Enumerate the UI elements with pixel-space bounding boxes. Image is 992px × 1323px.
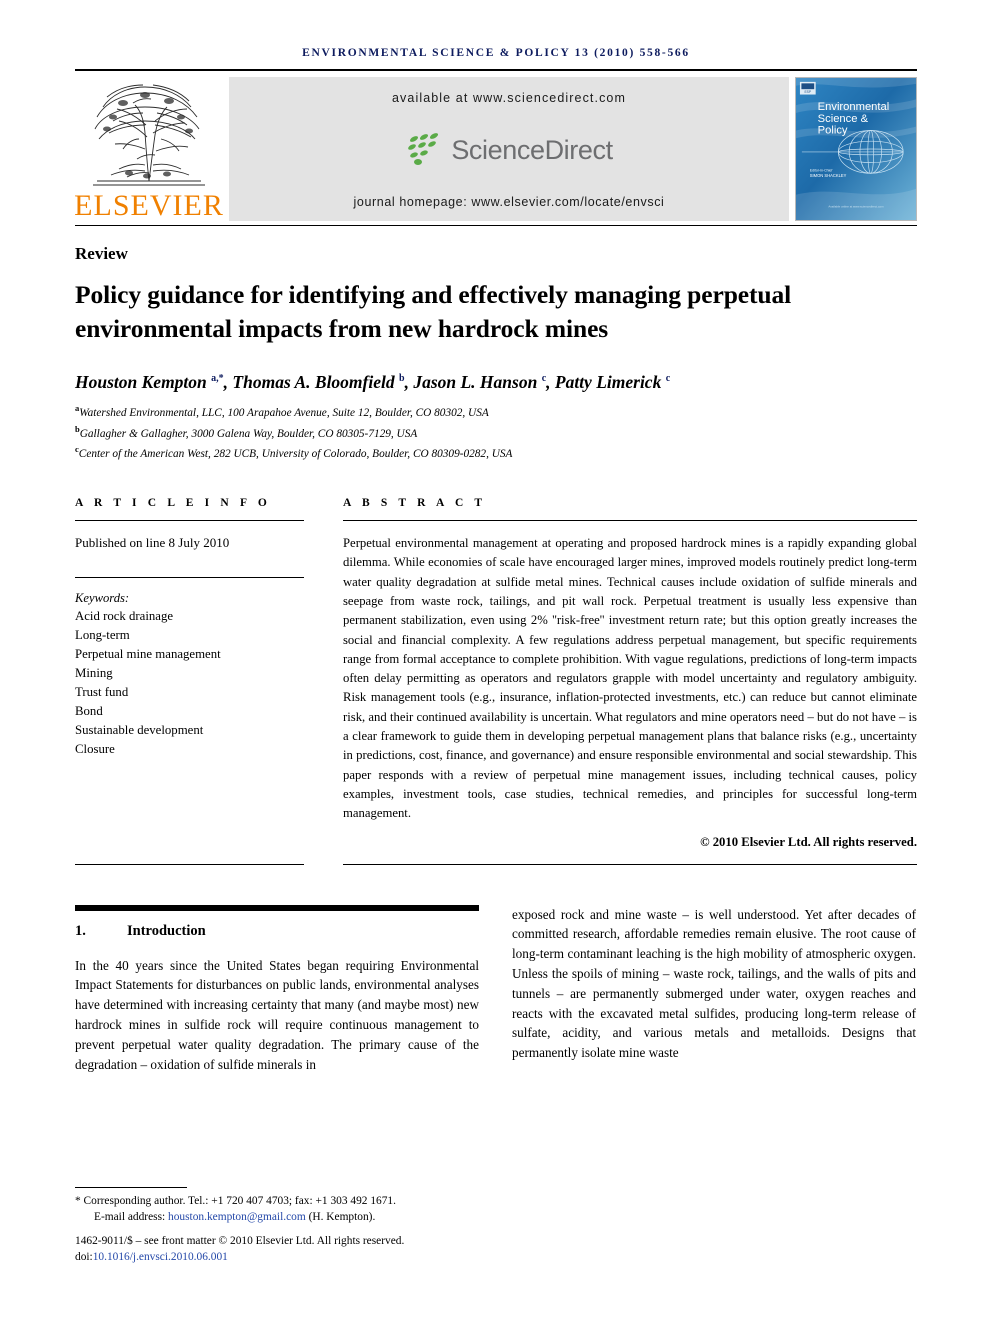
- corresponding-author-note: * Corresponding author. Tel.: +1 720 407…: [75, 1195, 396, 1208]
- header-rule: [75, 69, 917, 71]
- info-abstract-columns: A R T I C L E I N F O Published on line …: [75, 497, 917, 849]
- published-date: Published on line 8 July 2010: [75, 535, 230, 551]
- journal-homepage-text: journal homepage: www.elsevier.com/locat…: [353, 195, 665, 209]
- intro-paragraph-left: In the 40 years since the United States …: [75, 957, 479, 1072]
- elsevier-tree-icon: [93, 84, 205, 186]
- affiliation-c: cCenter of the American West, 282 UCB, U…: [75, 443, 513, 460]
- closing-rule-right: [322, 863, 917, 865]
- intro-paragraph-right: exposed rock and mine waste – is well un…: [512, 906, 916, 1061]
- keyword-item: Trust fund: [75, 684, 129, 699]
- sciencedirect-box: available at www.sciencedirect.com Scien…: [229, 77, 789, 221]
- abstract-copyright: © 2010 Elsevier Ltd. All rights reserved…: [700, 834, 917, 849]
- sciencedirect-logo: ScienceDirect: [405, 133, 613, 167]
- footnote-rule: [75, 1187, 187, 1189]
- closing-rule-left: [75, 863, 322, 865]
- publisher-banner: ELSEVIER available at www.sciencedirect.…: [74, 73, 917, 225]
- article-page: ENVIRONMENTAL SCIENCE & POLICY 13 (2010)…: [0, 0, 992, 1323]
- keyword-item: Perpetual mine management: [75, 646, 221, 661]
- body-column-left: 1. Introduction In the 40 years since th…: [75, 904, 479, 1075]
- abstract-text: Perpetual environmental management at op…: [343, 536, 917, 821]
- abstract-closing-rules: [75, 863, 917, 865]
- available-at-text: available at www.sciencedirect.com: [391, 91, 626, 105]
- email-suffix: (H. Kempton).: [308, 1211, 376, 1224]
- sciencedirect-leaf-icon: [408, 133, 439, 165]
- cover-title-line1: Environmental: [818, 101, 890, 113]
- affiliation-list: aWatershed Environmental, LLC, 100 Arapa…: [75, 402, 917, 463]
- cover-title-line2: Science &: [818, 113, 869, 125]
- section-number: 1.: [75, 922, 86, 939]
- email-link[interactable]: houston.kempton@gmail.com: [168, 1211, 306, 1223]
- elsevier-logo: ELSEVIER: [74, 73, 224, 225]
- keywords-label: Keywords:: [75, 591, 130, 606]
- svg-text:ESP: ESP: [804, 90, 811, 94]
- article-type-label: Review: [75, 244, 128, 263]
- banner-bottom-rule: [75, 225, 917, 226]
- author-list: Houston Kempton a,*, Thomas A. Bloomfiel…: [75, 372, 671, 393]
- doi-link[interactable]: 10.1016/j.envsci.2010.06.001: [93, 1251, 228, 1263]
- cover-editor-name: SIMON SHACKLEY: [810, 173, 847, 178]
- section-title: Introduction: [127, 922, 206, 939]
- journal-cover-thumbnail: ESP Environmental Science & Policy Edito…: [795, 77, 917, 221]
- keyword-item: Closure: [75, 741, 115, 756]
- keyword-item: Long-term: [75, 628, 130, 643]
- elsevier-wordmark: ELSEVIER: [74, 189, 224, 222]
- email-label: E-mail address:: [94, 1211, 166, 1224]
- body-column-right: exposed rock and mine waste – is well un…: [512, 905, 916, 1075]
- keyword-item: Mining: [75, 665, 113, 680]
- body-columns: 1. Introduction In the 40 years since th…: [75, 904, 917, 1075]
- cover-editor-label: Editor-in-Chief: [810, 168, 833, 172]
- section-thick-rule: [75, 904, 479, 911]
- affiliation-a: aWatershed Environmental, LLC, 100 Arapa…: [75, 403, 489, 420]
- keyword-item: Acid rock drainage: [75, 609, 174, 624]
- cover-title-line3: Policy: [818, 124, 848, 136]
- running-head: ENVIRONMENTAL SCIENCE & POLICY 13 (2010)…: [302, 47, 690, 59]
- abstract-heading: A B S T R A C T: [343, 497, 487, 510]
- issn-frontmatter-line: 1462-9011/$ – see front matter © 2010 El…: [75, 1234, 405, 1247]
- affiliation-b: bGallagher & Gallagher, 3000 Galena Way,…: [75, 423, 418, 440]
- keywords-block: Keywords: Acid rock drainage Long-term P…: [75, 578, 304, 759]
- footnote-block: * Corresponding author. Tel.: +1 720 407…: [75, 1187, 479, 1265]
- page-title: Policy guidance for identifying and effe…: [75, 280, 792, 343]
- article-info-heading: A R T I C L E I N F O: [75, 497, 271, 510]
- svg-text:Available online at www.scienc: Available online at www.sciencedirect.co…: [828, 204, 884, 208]
- doi-line: doi:10.1016/j.envsci.2010.06.001: [75, 1249, 479, 1265]
- keyword-item: Sustainable development: [75, 722, 204, 737]
- abstract-column: A B S T R A C T Perpetual environmental …: [322, 497, 917, 849]
- section-heading: 1. Introduction: [75, 923, 479, 940]
- doi-label: doi:: [75, 1250, 93, 1263]
- sciencedirect-wordmark: ScienceDirect: [451, 134, 613, 165]
- article-info-column: A R T I C L E I N F O Published on line …: [75, 497, 322, 849]
- keyword-item: Bond: [75, 703, 103, 718]
- journal-cover-art: ESP Environmental Science & Policy Edito…: [796, 78, 916, 220]
- email-note: E-mail address: houston.kempton@gmail.co…: [75, 1209, 479, 1225]
